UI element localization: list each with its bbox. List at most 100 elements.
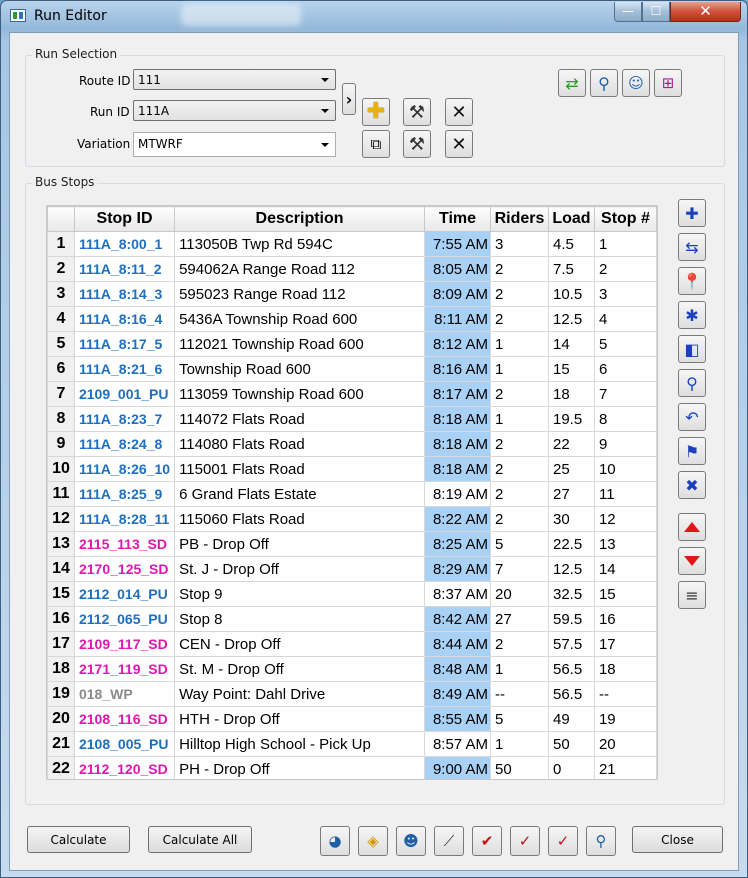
time-cell[interactable]: 7:55 AM [424,231,491,257]
stop-id-cell[interactable]: 111A_8:26_10 [73,456,176,482]
riders-cell[interactable]: 2 [490,481,549,507]
row-number[interactable]: 9 [47,431,75,457]
description-cell[interactable]: Stop 8 [174,606,426,632]
riders-cell[interactable]: 1 [490,356,549,382]
load-cell[interactable]: 12.5 [547,306,595,332]
time-cell[interactable]: 8:11 AM [424,306,491,332]
table-row[interactable]: 12 111A_8:28_11 115060 Flats Road 8:22 AM 2 3… [47,506,657,532]
riders-button[interactable]: ☻ [396,826,426,856]
table-row[interactable]: 21 2108_005_PU Hilltop High School - Pick … [47,731,657,757]
description-cell[interactable]: Hilltop High School - Pick Up [174,731,426,757]
load-cell[interactable]: 15 [547,356,595,382]
row-number[interactable]: 22 [47,756,75,779]
move-up-button[interactable] [678,513,706,541]
stop-id-cell[interactable]: 2112_065_PU [73,606,176,632]
stop-number-cell[interactable]: 16 [593,606,657,632]
column-header[interactable]: Load [547,206,595,232]
maximize-button[interactable]: ☐ [642,2,670,22]
add-pin-button[interactable]: ⚲ [678,369,706,397]
expand-arrow-button[interactable]: › [342,83,356,115]
time-cell[interactable]: 8:48 AM [424,656,491,682]
description-cell[interactable]: St. M - Drop Off [174,656,426,682]
riders-cell[interactable]: -- [490,681,549,707]
time-cell[interactable]: 8:19 AM [424,481,491,507]
remove-stop-button[interactable]: ✖ [678,471,706,499]
directions-button[interactable]: ◈ [358,826,388,856]
table-row[interactable]: 5 111A_8:17_5 112021 Township Road 600 8:12… [47,331,657,357]
table-row[interactable]: 1 111A_8:00_1 113050B Twp Rd 594C 7:55 AM 3 4… [47,231,657,257]
swap-stop-button[interactable]: ⇆ [678,233,706,261]
stop-number-cell[interactable]: 7 [593,381,657,407]
table-row[interactable]: 14 2170_125_SD St. J - Drop Off 8:29 AM 7 12.… [47,556,657,582]
time-cell[interactable]: 8:18 AM [424,406,491,432]
move-down-button[interactable] [678,547,706,575]
stop-id-cell[interactable]: 2109_117_SD [73,631,176,657]
load-cell[interactable]: 14 [547,331,595,357]
riders-cell[interactable]: 2 [490,381,549,407]
load-cell[interactable]: 22.5 [547,531,595,557]
stop-id-cell[interactable]: 111A_8:16_4 [73,306,176,332]
table-row[interactable]: 15 2112_014_PU Stop 9 8:37 AM 20 32.5 15 [47,581,657,607]
table-row[interactable]: 22 2112_120_SD PH - Drop Off 9:00 AM 50 0 21 [47,756,657,779]
find-rider-button[interactable]: ☺ [622,69,650,97]
time-cell[interactable]: 8:18 AM [424,431,491,457]
stop-id-cell[interactable]: 111A_8:28_11 [73,506,176,532]
calculate-all-button[interactable]: Calculate All [148,826,252,853]
row-number[interactable]: 15 [47,581,75,607]
stop-id-cell[interactable]: 2108_116_SD [73,706,176,732]
stop-number-cell[interactable]: 8 [593,406,657,432]
stop-number-cell[interactable]: 3 [593,281,657,307]
table-row[interactable]: 8 111A_8:23_7 114072 Flats Road 8:18 AM 1 19.… [47,406,657,432]
stop-number-cell[interactable]: -- [593,681,657,707]
column-header[interactable]: Riders [490,206,549,232]
description-cell[interactable]: CEN - Drop Off [174,631,426,657]
stop-number-cell[interactable]: 18 [593,656,657,682]
table-row[interactable]: 7 2109_001_PU 113059 Township Road 600 8:17… [47,381,657,407]
route-id-select[interactable]: 111 [133,69,336,90]
rider-search-button[interactable]: ⚲ [586,826,616,856]
insert-stop-button[interactable]: ✚ [678,199,706,227]
row-number[interactable]: 13 [47,531,75,557]
stop-number-cell[interactable]: 2 [593,256,657,282]
reorder-button[interactable]: ≡ [678,581,706,609]
time-cell[interactable]: 8:29 AM [424,556,491,582]
time-cell[interactable]: 8:18 AM [424,456,491,482]
riders-cell[interactable]: 3 [490,231,549,257]
time-cell[interactable]: 8:57 AM [424,731,491,757]
riders-cell[interactable]: 2 [490,256,549,282]
time-cell[interactable]: 8:55 AM [424,706,491,732]
time-cell[interactable]: 8:44 AM [424,631,491,657]
table-row[interactable]: 16 2112_065_PU Stop 8 8:42 AM 27 59.5 16 [47,606,657,632]
riders-cell[interactable]: 5 [490,531,549,557]
load-cell[interactable]: 27 [547,481,595,507]
stop-id-cell[interactable]: 111A_8:24_8 [73,431,176,457]
riders-cell[interactable]: 2 [490,456,549,482]
rider-assign-button[interactable]: ✔ [472,826,502,856]
route-grid-button[interactable]: ⊞ [654,69,682,97]
description-cell[interactable]: 5436A Township Road 600 [174,306,426,332]
row-number[interactable]: 7 [47,381,75,407]
load-cell[interactable]: 25 [547,456,595,482]
minimize-button[interactable]: — [614,2,642,22]
stop-number-cell[interactable]: 17 [593,631,657,657]
description-cell[interactable]: 113050B Twp Rd 594C [174,231,426,257]
description-cell[interactable]: 113059 Township Road 600 [174,381,426,407]
stop-id-cell[interactable]: 2112_120_SD [73,756,176,779]
row-number[interactable]: 5 [47,331,75,357]
time-cell[interactable]: 8:42 AM [424,606,491,632]
edit-stop-button[interactable]: ⚑ [678,437,706,465]
wand-button[interactable]: ⟋ [434,826,464,856]
load-cell[interactable]: 30 [547,506,595,532]
riders-cell[interactable]: 2 [490,281,549,307]
stop-number-cell[interactable]: 1 [593,231,657,257]
row-number[interactable]: 20 [47,706,75,732]
stop-id-cell[interactable]: 2171_119_SD [73,656,176,682]
description-cell[interactable]: St. J - Drop Off [174,556,426,582]
riders-cell[interactable]: 2 [490,506,549,532]
stop-number-cell[interactable]: 9 [593,431,657,457]
row-number[interactable]: 14 [47,556,75,582]
time-cell[interactable]: 8:09 AM [424,281,491,307]
load-cell[interactable]: 32.5 [547,581,595,607]
table-row[interactable]: 20 2108_116_SD HTH - Drop Off 8:55 AM 5 49 19 [47,706,657,732]
time-cell[interactable]: 8:17 AM [424,381,491,407]
